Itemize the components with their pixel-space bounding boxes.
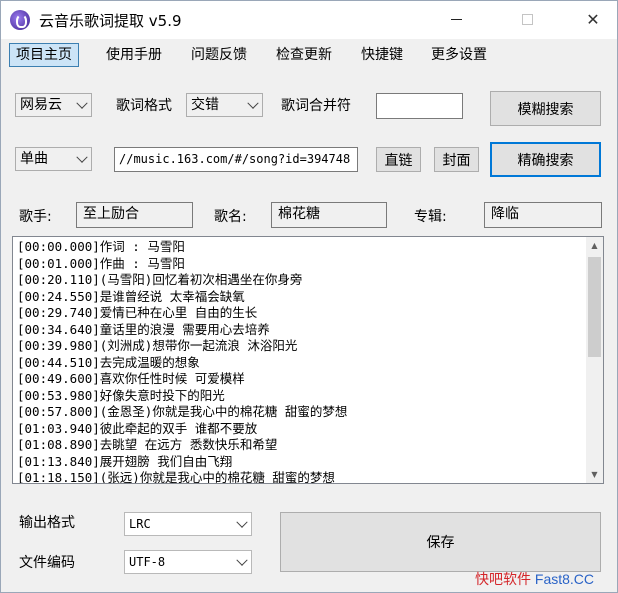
lyrics-lines: [00:00.000]作词 : 马雪阳 [00:01.000]作曲 : 马雪阳 [0…: [17, 239, 577, 484]
lyrics-line: [00:44.510]去完成温暖的想象: [17, 354, 200, 370]
menu-item-more-settings[interactable]: 更多设置: [424, 43, 494, 67]
save-button[interactable]: 保存: [280, 512, 601, 572]
file-encoding-value: UTF-8: [129, 555, 166, 569]
output-format-label: 输出格式: [19, 515, 75, 531]
lyrics-line: [01:08.890]去眺望 在远方 悉数快乐和希望: [17, 437, 278, 452]
lyrics-line: [00:57.800](金恩圣)你就是我心中的棉花糖 甜蜜的梦想: [17, 404, 348, 419]
maximize-button: [504, 1, 550, 37]
lyrics-line: [00:34.640]童话里的浪漫 需要用心去培养: [17, 321, 270, 337]
watermark-text-en: Fast8.CC: [534, 571, 595, 587]
lyrics-line: [00:01.000]作曲 : 马雪阳: [17, 255, 185, 271]
lyrics-line: [00:49.600]喜欢你任性时候 可爱模样: [17, 371, 245, 386]
lyrics-line: [00:29.740]爱情已种在心里 自由的生长: [17, 305, 258, 320]
lyrics-textarea[interactable]: [00:00.000]作词 : 马雪阳 [00:01.000]作曲 : 马雪阳 [0…: [12, 236, 604, 484]
lyrics-merge-input[interactable]: [376, 93, 463, 119]
watermark: 快吧软件 Fast8.CC: [475, 569, 594, 589]
singer-label: 歌手:: [19, 209, 52, 225]
lyrics-format-select[interactable]: 交错: [186, 93, 263, 117]
lyrics-line: [00:39.980](刘洲成)想带你一起流浪 沐浴阳光: [17, 338, 298, 353]
cover-button[interactable]: 封面: [434, 147, 479, 172]
song-url-input[interactable]: //music.163.com/#/song?id=394748: [114, 147, 358, 172]
lyrics-line: [00:20.110](马雪阳)回忆着初次相遇坐在你身旁: [17, 272, 303, 287]
lyrics-line: [00:00.000]作词 : 马雪阳: [17, 239, 185, 254]
minimize-button[interactable]: [433, 1, 479, 37]
minimize-icon: [450, 18, 462, 20]
watermark-text-cn: 快吧软件: [475, 571, 535, 587]
scroll-down-icon[interactable]: ▼: [586, 466, 603, 483]
lyrics-line: [01:03.940]彼此牵起的双手 谁都不要放: [17, 420, 258, 436]
title-bar: 云音乐歌词提取 v5.9 ✕: [1, 1, 617, 39]
mode-select[interactable]: 单曲: [15, 147, 92, 171]
lyrics-line: [01:18.150](张远)你就是我心中的棉花糖 甜蜜的梦想: [17, 470, 335, 484]
menu-item-feedback[interactable]: 问题反馈: [184, 43, 254, 67]
menu-item-shortcuts[interactable]: 快捷键: [354, 43, 410, 67]
lyrics-line: [01:13.840]展开翅膀 我们自由飞翔: [17, 453, 233, 469]
chevron-down-icon: [247, 97, 259, 109]
lyrics-format-label: 歌词格式: [116, 98, 172, 114]
lyrics-scrollbar[interactable]: ▲ ▼: [586, 237, 603, 483]
file-encoding-select[interactable]: UTF-8: [124, 550, 252, 574]
album-field: 降临: [484, 202, 602, 228]
mode-value: 单曲: [20, 151, 48, 167]
close-button[interactable]: ✕: [570, 1, 616, 37]
menu-item-manual[interactable]: 使用手册: [99, 43, 169, 67]
chevron-down-icon: [76, 151, 88, 163]
file-encoding-label: 文件编码: [19, 555, 75, 571]
exact-search-button[interactable]: 精确搜索: [490, 142, 601, 177]
music-app-icon: [10, 10, 30, 30]
menu-bar: 项目主页 使用手册 问题反馈 检查更新 快捷键 更多设置: [1, 39, 617, 69]
direct-link-button[interactable]: 直链: [376, 147, 421, 172]
scroll-up-icon[interactable]: ▲: [586, 237, 603, 254]
scroll-thumb[interactable]: [588, 257, 601, 357]
window-title: 云音乐歌词提取 v5.9: [39, 12, 182, 30]
album-label: 专辑:: [414, 209, 447, 225]
close-icon: ✕: [586, 9, 600, 29]
source-select[interactable]: 网易云: [15, 93, 92, 117]
app-window: 云音乐歌词提取 v5.9 ✕ 项目主页 使用手册 问题反馈 检查更新 快捷键 更…: [0, 0, 618, 593]
song-name-field: 棉花糖: [271, 202, 387, 228]
menu-item-check-update[interactable]: 检查更新: [269, 43, 339, 67]
chevron-down-icon: [76, 97, 88, 109]
song-name-label: 歌名:: [214, 209, 247, 225]
menu-item-home[interactable]: 项目主页: [9, 43, 79, 67]
source-value: 网易云: [20, 97, 62, 113]
singer-field: 至上励合: [76, 202, 193, 228]
lyrics-line: [00:24.550]是谁曾经说 太幸福会缺氧: [17, 288, 245, 304]
fuzzy-search-button[interactable]: 模糊搜索: [490, 91, 601, 126]
chevron-down-icon: [236, 554, 248, 566]
lyrics-line: [00:53.980]好像失意时投下的阳光: [17, 387, 225, 403]
maximize-icon: [521, 13, 533, 25]
lyrics-merge-label: 歌词合并符: [281, 98, 351, 114]
output-format-select[interactable]: LRC: [124, 512, 252, 536]
lyrics-format-value: 交错: [191, 97, 219, 113]
output-format-value: LRC: [129, 517, 151, 531]
chevron-down-icon: [236, 516, 248, 528]
